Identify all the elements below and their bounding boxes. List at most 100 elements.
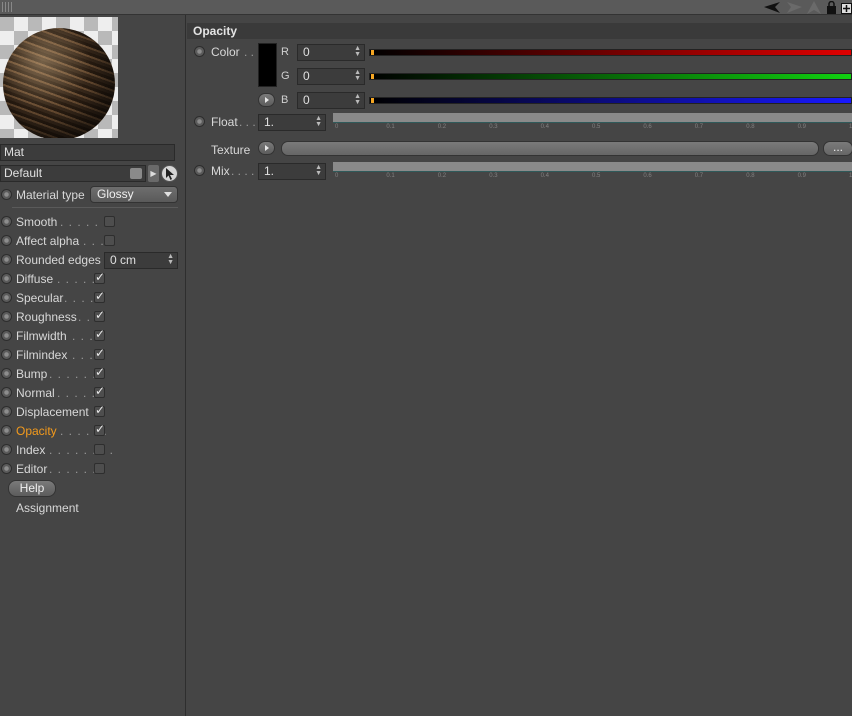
- channel-label[interactable]: Specular: [16, 291, 63, 305]
- channel-radio[interactable]: [1, 463, 12, 474]
- channel-radio[interactable]: [1, 368, 12, 379]
- channel-checkbox[interactable]: ✓: [94, 404, 105, 417]
- mix-radio[interactable]: [194, 165, 205, 176]
- mix-label-dots: . . . .: [231, 164, 255, 178]
- channel-label[interactable]: Rounded edges: [16, 253, 101, 267]
- mix-value-field[interactable]: 1. ▲ ▼: [258, 163, 326, 180]
- channel-label[interactable]: Index: [16, 443, 45, 457]
- channel-label[interactable]: Filmwidth: [16, 329, 67, 343]
- rounded-edges-field[interactable]: 0 cm ▲ ▼: [104, 252, 178, 269]
- red-value-field[interactable]: 0 ▲ ▼: [297, 44, 365, 61]
- spinner-arrows-icon[interactable]: ▲ ▼: [315, 164, 322, 177]
- channel-radio[interactable]: [1, 387, 12, 398]
- channel-row-opacity: Opacity. . . . . . ✓: [0, 421, 186, 440]
- channel-label[interactable]: Normal: [16, 386, 55, 400]
- spinner-arrows-icon[interactable]: ▲ ▼: [354, 45, 361, 58]
- slider-knob[interactable]: [371, 50, 374, 55]
- layer-menu-arrow-icon[interactable]: ▶: [148, 165, 159, 182]
- pick-cursor-icon[interactable]: [161, 165, 178, 182]
- back-arrow-icon[interactable]: [764, 1, 782, 14]
- forward-arrow-icon[interactable]: [786, 1, 802, 14]
- mix-slider[interactable]: [333, 162, 852, 172]
- channel-radio[interactable]: [1, 273, 12, 284]
- lock-icon[interactable]: [826, 1, 837, 14]
- channel-radio[interactable]: [1, 235, 12, 246]
- channel-checkbox[interactable]: ✓: [94, 385, 105, 398]
- channel-label[interactable]: Bump: [16, 367, 47, 381]
- texture-browse-button[interactable]: ...: [823, 141, 852, 156]
- channel-radio[interactable]: [1, 292, 12, 303]
- checkmark-icon: ✓: [95, 422, 106, 436]
- layer-color-swatch[interactable]: [130, 168, 142, 179]
- channel-checkbox[interactable]: ✓: [94, 347, 105, 360]
- slider-tick-label: 0: [335, 173, 339, 179]
- assignment-tab[interactable]: Assignment: [16, 501, 79, 515]
- material-type-select[interactable]: Glossy: [90, 186, 178, 203]
- channel-label[interactable]: Filmindex: [16, 348, 67, 362]
- new-panel-icon[interactable]: [841, 1, 852, 14]
- checkmark-icon: ✓: [95, 365, 106, 379]
- label-dots: . . .: [72, 329, 94, 343]
- red-gradient-slider[interactable]: [369, 49, 852, 56]
- spinner-arrows-icon[interactable]: ▲ ▼: [354, 69, 361, 82]
- chevron-down-icon: [164, 192, 172, 197]
- slider-knob[interactable]: [371, 98, 374, 103]
- channel-radio[interactable]: [1, 311, 12, 322]
- blue-gradient-slider[interactable]: [369, 97, 852, 104]
- channel-checkbox[interactable]: ✓: [94, 290, 105, 303]
- slider-knob[interactable]: [371, 74, 374, 79]
- material-type-radio[interactable]: [1, 189, 12, 200]
- float-slider[interactable]: [333, 113, 852, 123]
- channel-checkbox[interactable]: [94, 444, 105, 455]
- channel-row-filmwidth: Filmwidth . . . ✓: [0, 326, 186, 345]
- channel-label[interactable]: Opacity: [16, 424, 57, 438]
- channel-radio[interactable]: [1, 406, 12, 417]
- float-radio[interactable]: [194, 116, 205, 127]
- channel-label[interactable]: Diffuse: [16, 272, 53, 286]
- color-swatch[interactable]: [258, 43, 277, 87]
- channel-checkbox[interactable]: ✓: [94, 309, 105, 322]
- channel-radio[interactable]: [1, 349, 12, 360]
- material-sidebar: Mat Default ▶ Material type Glossy Smoot…: [0, 15, 186, 716]
- color-mode-play-icon[interactable]: [258, 93, 275, 107]
- spinner-arrows-icon[interactable]: ▲ ▼: [354, 93, 361, 106]
- channel-label[interactable]: Affect alpha: [16, 234, 79, 248]
- mix-value: 1.: [264, 164, 275, 178]
- channel-row-displacement: Displacement ✓: [0, 402, 186, 421]
- green-gradient-slider[interactable]: [369, 73, 852, 80]
- texture-play-icon[interactable]: [258, 141, 275, 155]
- up-arrow-icon[interactable]: [806, 1, 822, 14]
- texture-field[interactable]: [281, 141, 819, 156]
- channel-checkbox[interactable]: [104, 216, 115, 227]
- color-radio[interactable]: [194, 46, 205, 57]
- grip-handle-icon[interactable]: [2, 2, 14, 12]
- channel-label[interactable]: Displacement: [16, 405, 89, 419]
- channel-radio[interactable]: [1, 330, 12, 341]
- channel-label[interactable]: Editor: [16, 462, 47, 476]
- spinner-arrows-icon[interactable]: ▲ ▼: [167, 253, 174, 266]
- channel-radio[interactable]: [1, 254, 12, 265]
- channel-radio[interactable]: [1, 216, 12, 227]
- channel-checkbox[interactable]: ✓: [94, 271, 105, 284]
- channel-radio[interactable]: [1, 425, 12, 436]
- channel-checkbox[interactable]: ✓: [94, 365, 106, 379]
- float-value-field[interactable]: 1. ▲ ▼: [258, 114, 326, 131]
- blue-value-field[interactable]: 0 ▲ ▼: [297, 92, 365, 109]
- channel-checkbox[interactable]: ✓: [94, 422, 106, 436]
- top-icon-group: [764, 0, 852, 15]
- spinner-arrows-icon[interactable]: ▲ ▼: [315, 115, 322, 128]
- channel-label[interactable]: Roughness: [16, 310, 77, 324]
- channel-checkbox[interactable]: [104, 235, 115, 246]
- material-name-field[interactable]: Mat: [0, 144, 175, 161]
- channel-checkbox[interactable]: [94, 463, 105, 474]
- material-preview[interactable]: [0, 17, 118, 138]
- channel-checkbox[interactable]: ✓: [94, 328, 105, 341]
- channel-row-rounded-edges: Rounded edges 0 cm ▲ ▼: [0, 250, 186, 269]
- channel-label[interactable]: Smooth: [16, 215, 57, 229]
- slider-tick-label: 0.1: [386, 124, 395, 130]
- help-button[interactable]: Help: [8, 480, 56, 497]
- green-value-field[interactable]: 0 ▲ ▼: [297, 68, 365, 85]
- channel-radio[interactable]: [1, 444, 12, 455]
- slider-tick-label: 0.7: [694, 124, 704, 130]
- layer-field[interactable]: Default: [0, 165, 146, 182]
